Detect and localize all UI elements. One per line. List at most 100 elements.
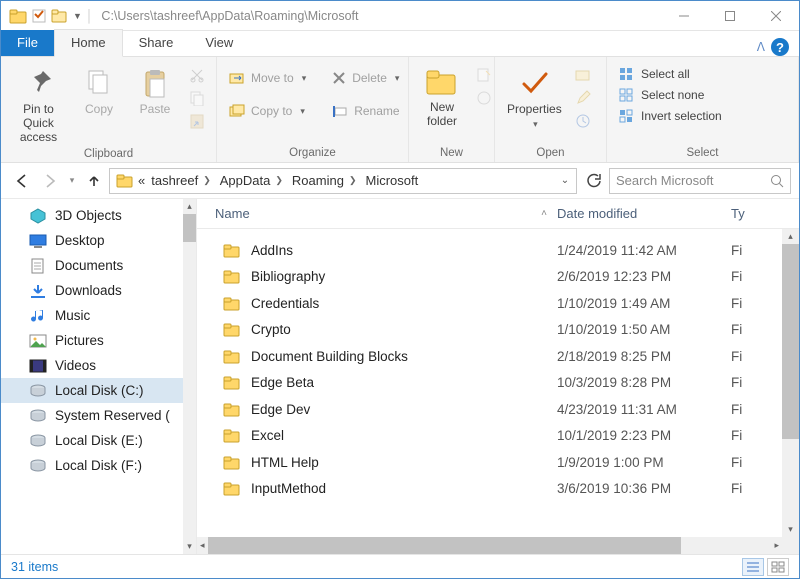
nav-item[interactable]: 3D Objects: [1, 203, 196, 228]
table-row[interactable]: Edge Dev4/23/2019 11:31 AMFi: [197, 396, 799, 423]
help-icon[interactable]: ?: [771, 38, 789, 56]
hscroll-left-icon[interactable]: ◂: [197, 540, 208, 551]
vscroll-thumb[interactable]: [782, 244, 799, 439]
file-date: 1/10/2019 1:50 AM: [557, 322, 727, 337]
nav-item[interactable]: Documents: [1, 253, 196, 278]
vscroll-up-icon[interactable]: ▴: [788, 229, 793, 244]
navpane-scrollbar[interactable]: ▴ ▾: [183, 199, 196, 554]
thumbnails-view-button[interactable]: [767, 558, 789, 576]
nav-item[interactable]: System Reserved (: [1, 403, 196, 428]
search-icon: [770, 174, 784, 188]
tab-view[interactable]: View: [189, 30, 249, 56]
close-button[interactable]: [753, 1, 799, 31]
back-button[interactable]: [9, 168, 35, 194]
nav-item-label: Desktop: [55, 233, 105, 248]
col-header-type[interactable]: Ty: [727, 206, 799, 221]
table-row[interactable]: Credentials1/10/2019 1:49 AMFi: [197, 290, 799, 317]
table-row[interactable]: HTML Help1/9/2019 1:00 PMFi: [197, 449, 799, 476]
file-name: Credentials: [251, 296, 319, 311]
group-title-organize: Organize: [221, 145, 404, 162]
qat-dropdown-icon[interactable]: ▼: [73, 11, 82, 21]
cut-icon[interactable]: [186, 65, 208, 85]
file-list-area: Name ˄ Date modified Ty AddIns1/24/2019 …: [197, 199, 799, 554]
table-row[interactable]: Excel10/1/2019 2:23 PMFi: [197, 423, 799, 450]
move-to-button[interactable]: Move to▾: [225, 69, 310, 87]
nav-item[interactable]: Local Disk (C:): [1, 378, 196, 403]
col-header-date[interactable]: Date modified: [557, 206, 727, 221]
crumb-tashreef[interactable]: tashreef❯: [149, 173, 216, 188]
invert-selection-button[interactable]: Invert selection: [615, 107, 726, 125]
nav-item[interactable]: Local Disk (E:): [1, 428, 196, 453]
recent-locations-button[interactable]: ▾: [65, 168, 79, 194]
copy-button[interactable]: Copy: [72, 63, 126, 119]
folder-icon: [223, 428, 241, 443]
table-row[interactable]: Bibliography2/6/2019 12:23 PMFi: [197, 264, 799, 291]
qat-properties-icon[interactable]: [31, 8, 47, 24]
crumb-overflow[interactable]: «: [136, 173, 147, 188]
rename-button[interactable]: Rename: [328, 102, 403, 120]
hscroll-thumb[interactable]: [208, 537, 682, 554]
refresh-button[interactable]: [579, 168, 607, 194]
up-button[interactable]: [81, 168, 107, 194]
table-row[interactable]: AddIns1/24/2019 11:42 AMFi: [197, 237, 799, 264]
minimize-button[interactable]: [661, 1, 707, 31]
crumb-appdata[interactable]: AppData❯: [218, 173, 288, 188]
nav-item[interactable]: Downloads: [1, 278, 196, 303]
tab-home[interactable]: Home: [54, 29, 123, 57]
scroll-up-icon[interactable]: ▴: [187, 199, 192, 214]
address-bar[interactable]: « tashreef❯ AppData❯ Roaming❯ Microsoft …: [109, 168, 577, 194]
delete-button[interactable]: Delete▾: [328, 69, 403, 87]
item-count: 31 items: [11, 560, 58, 574]
tab-share[interactable]: Share: [123, 30, 190, 56]
forward-button[interactable]: [37, 168, 63, 194]
disk-icon: [29, 458, 47, 474]
content-vscroll[interactable]: ▴ ▾: [782, 229, 799, 537]
pictures-icon: [29, 333, 47, 349]
maximize-button[interactable]: [707, 1, 753, 31]
history-icon[interactable]: [572, 111, 594, 131]
file-date: 1/10/2019 1:49 AM: [557, 296, 727, 311]
group-clipboard: Pin to Quick access Copy Paste Clipboard: [1, 57, 217, 162]
file-name: Crypto: [251, 322, 291, 337]
nav-item[interactable]: Videos: [1, 353, 196, 378]
file-date: 2/18/2019 8:25 PM: [557, 349, 727, 364]
table-row[interactable]: InputMethod3/6/2019 10:36 PMFi: [197, 476, 799, 503]
scroll-down-icon[interactable]: ▾: [187, 539, 192, 554]
hscroll-right-icon[interactable]: ▸: [771, 540, 782, 551]
select-all-button[interactable]: Select all: [615, 65, 726, 83]
desktop-icon: [29, 233, 47, 249]
nav-item[interactable]: Local Disk (F:): [1, 453, 196, 478]
table-row[interactable]: Edge Beta10/3/2019 8:28 PMFi: [197, 370, 799, 397]
nav-item[interactable]: Music: [1, 303, 196, 328]
tab-file[interactable]: File: [1, 30, 54, 56]
open-icon[interactable]: [572, 65, 594, 85]
address-dropdown-icon[interactable]: ⌄: [556, 168, 574, 194]
copy-path-icon[interactable]: [186, 88, 208, 108]
content-hscroll[interactable]: ◂ ▸: [197, 537, 782, 554]
crumb-roaming[interactable]: Roaming❯: [290, 173, 362, 188]
crumb-microsoft[interactable]: Microsoft: [363, 173, 420, 188]
paste-button[interactable]: Paste: [128, 63, 182, 119]
details-view-button[interactable]: [742, 558, 764, 576]
easy-access-icon[interactable]: [473, 88, 495, 108]
table-row[interactable]: Document Building Blocks2/18/2019 8:25 P…: [197, 343, 799, 370]
table-row[interactable]: Crypto1/10/2019 1:50 AMFi: [197, 317, 799, 344]
copy-to-button[interactable]: Copy to▾: [225, 102, 310, 120]
pin-to-quick-access-button[interactable]: Pin to Quick access: [7, 63, 70, 146]
select-none-button[interactable]: Select none: [615, 86, 726, 104]
new-item-icon[interactable]: [473, 65, 495, 85]
scroll-thumb[interactable]: [183, 214, 196, 242]
col-header-name[interactable]: Name ˄: [197, 206, 557, 221]
paste-shortcut-icon[interactable]: [186, 111, 208, 131]
nav-item[interactable]: Pictures: [1, 328, 196, 353]
vscroll-down-icon[interactable]: ▾: [788, 522, 793, 537]
collapse-ribbon-icon[interactable]: ᐱ: [757, 40, 765, 54]
search-box[interactable]: Search Microsoft: [609, 168, 791, 194]
file-name: AddIns: [251, 243, 293, 258]
qat-newfolder-icon[interactable]: [51, 8, 69, 24]
nav-item[interactable]: Desktop: [1, 228, 196, 253]
folder-icon: [223, 455, 241, 470]
new-folder-button[interactable]: New folder: [415, 63, 469, 131]
edit-icon[interactable]: [572, 88, 594, 108]
properties-button[interactable]: Properties ▾: [501, 63, 568, 131]
